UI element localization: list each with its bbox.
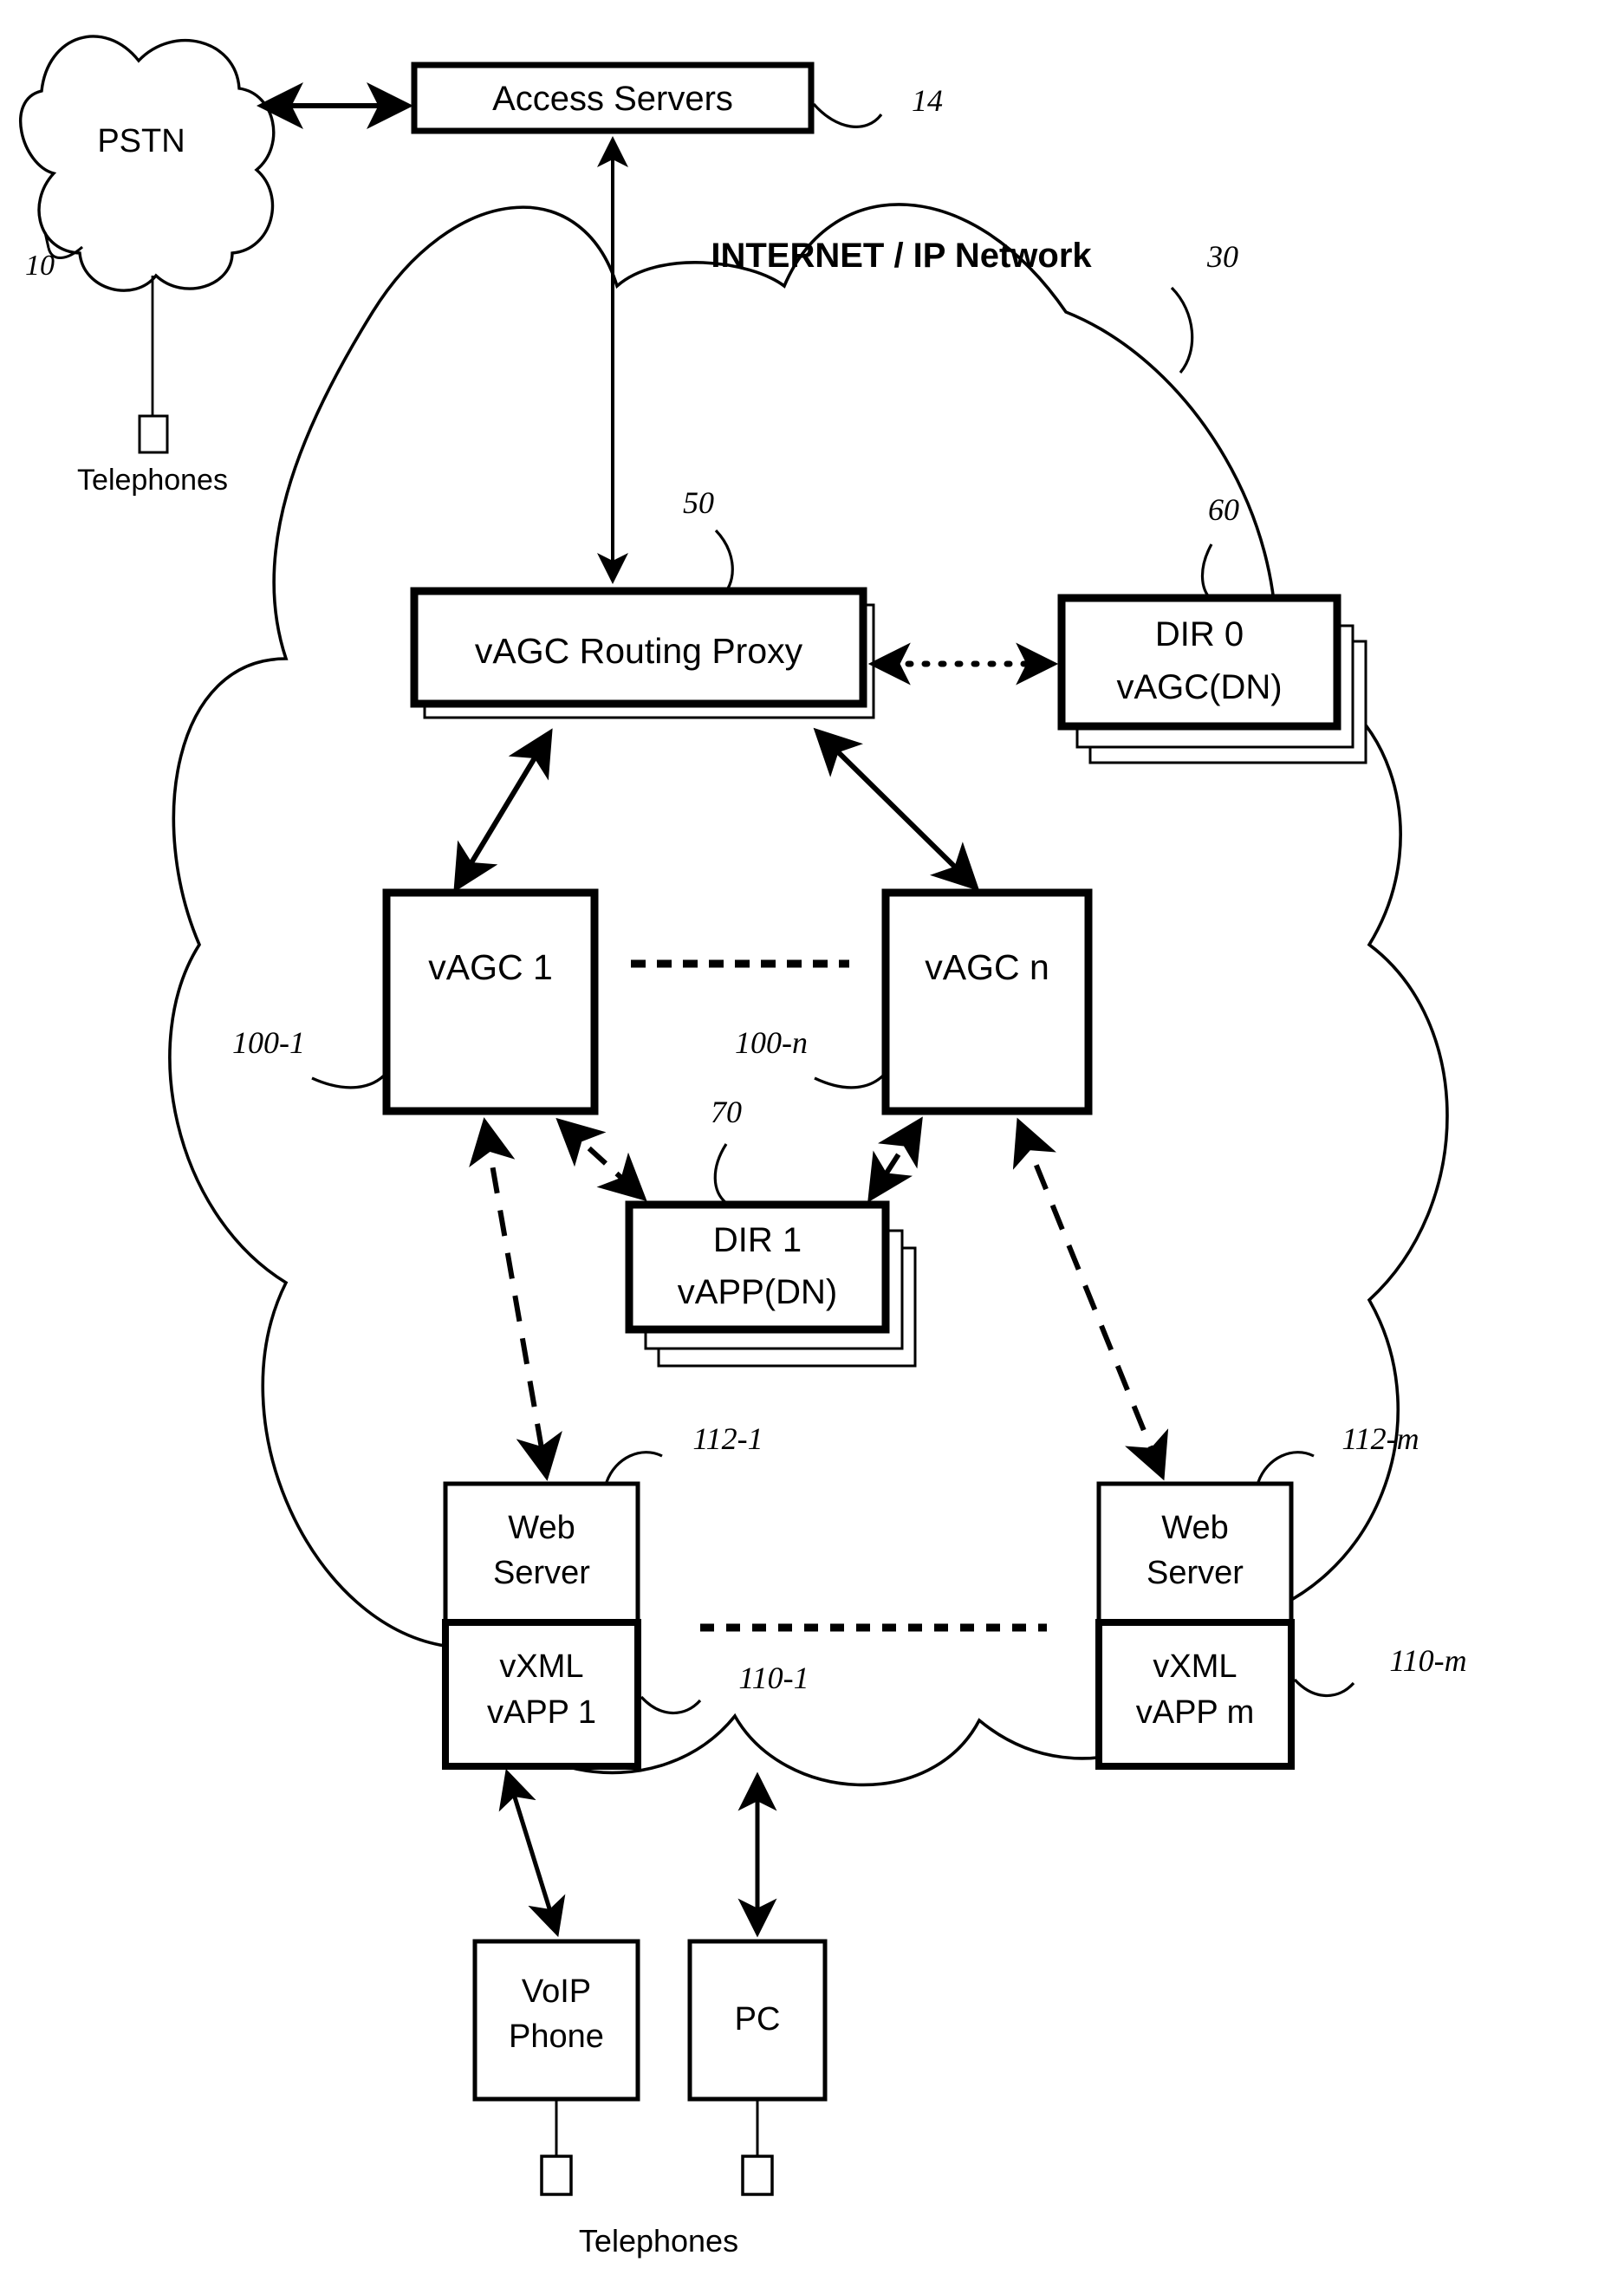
ref-50: 50 — [683, 485, 714, 520]
telephones-top-caption: Telephones — [77, 464, 228, 497]
figure-canvas: PSTN 10 Telephones Access Servers 14 INT… — [0, 0, 1624, 2275]
dir0-label-line2: vAGC(DN) — [1116, 668, 1282, 706]
connector-routing-proxy-to-vagcn — [813, 727, 980, 892]
ref-100-1-leader — [311, 1071, 388, 1089]
web-server-1-label-line1: Web — [508, 1510, 575, 1546]
vagcn-node[interactable]: vAGC n — [881, 888, 1093, 1115]
ref-60: 60 — [1208, 492, 1239, 527]
pstn-telephone-stub — [138, 276, 169, 454]
voip-phone-label-line1: VoIP — [522, 1973, 591, 2010]
ref-110-1: 110-1 — [738, 1661, 809, 1695]
internet-cloud-label: INTERNET / IP Network — [711, 237, 1092, 275]
connector-routing-proxy-to-vagc1 — [453, 728, 553, 893]
ref-70: 70 — [711, 1095, 742, 1129]
vapp-1-node[interactable]: vXML vAPP 1 — [442, 1619, 641, 1770]
pstn-cloud-outline — [19, 35, 276, 292]
pstn-cloud: PSTN — [19, 35, 276, 292]
dir1-label-line2: vAPP(DN) — [678, 1273, 837, 1311]
ref-30: 30 — [1206, 239, 1238, 274]
ref-60-leader — [1200, 543, 1213, 601]
vapp-m-node[interactable]: vXML vAPP m — [1095, 1619, 1295, 1770]
connector-vagc1-to-dir1 — [555, 1117, 647, 1202]
dir0-label-line1: DIR 0 — [1155, 615, 1244, 653]
ref-100-n-leader — [814, 1071, 887, 1089]
voip-phone-label-line2: Phone — [509, 2018, 604, 2055]
ref-112-m: 112-m — [1341, 1421, 1419, 1456]
dir1-label-line1: DIR 1 — [713, 1221, 802, 1259]
dir0-node[interactable]: DIR 0 vAGC(DN) — [1057, 594, 1367, 764]
pc-telephone-stub — [741, 2099, 774, 2196]
pc-label: PC — [735, 2001, 781, 2038]
ref-112-1-leader — [605, 1451, 663, 1483]
ref-10: 10 — [25, 250, 55, 282]
ref-110-1-leader — [640, 1695, 702, 1715]
vagcn-label: vAGC n — [925, 947, 1049, 987]
ref-100-n: 100-n — [735, 1025, 808, 1060]
web-server-1-label-line2: Server — [493, 1555, 590, 1591]
ref-50-leader — [714, 529, 734, 592]
ref-112-1: 112-1 — [692, 1421, 763, 1456]
web-server-m-label-line1: Web — [1161, 1510, 1228, 1546]
connector-vagcn-to-dir1 — [867, 1116, 923, 1203]
ref-70-leader — [713, 1143, 728, 1205]
telephones-bottom-caption: Telephones — [579, 2223, 738, 2259]
routing-proxy-label: vAGC Routing Proxy — [475, 631, 803, 671]
ref-30-leader — [1170, 286, 1194, 374]
ref-14: 14 — [912, 83, 943, 118]
patent-figure-svg: PSTN 10 Telephones Access Servers 14 INT… — [19, 35, 1467, 2259]
web-server-1-node[interactable]: Web Server — [443, 1481, 640, 1625]
connector-vagc1-to-web-server-1 — [469, 1117, 562, 1481]
connector-vapp1-to-voip-phone — [498, 1768, 566, 1938]
vagc1-label: vAGC 1 — [428, 947, 553, 987]
voip-phone-telephone-stub — [540, 2099, 573, 2196]
pstn-label: PSTN — [97, 123, 185, 159]
ref-110-m-leader — [1293, 1678, 1355, 1698]
web-server-m-node[interactable]: Web Server — [1096, 1481, 1294, 1625]
vapp-m-label-line1: vXML — [1153, 1648, 1237, 1685]
pc-node[interactable]: PC — [687, 1939, 828, 2102]
vagc1-node[interactable]: vAGC 1 — [382, 888, 599, 1115]
vapp-1-label-line2: vAPP 1 — [487, 1694, 596, 1731]
web-server-m-label-line2: Server — [1147, 1555, 1244, 1591]
vapp-1-label-line1: vXML — [499, 1648, 583, 1685]
ref-100-1: 100-1 — [232, 1025, 305, 1060]
dir1-node[interactable]: DIR 1 vAPP(DN) — [625, 1200, 917, 1368]
ref-14-leader — [812, 102, 883, 128]
voip-phone-node[interactable]: VoIP Phone — [472, 1939, 640, 2102]
ref-112-m-leader — [1257, 1451, 1315, 1483]
access-servers-node[interactable]: Access Servers — [411, 62, 815, 134]
connector-vagcn-to-web-server-m — [1012, 1117, 1169, 1481]
ref-110-m: 110-m — [1389, 1643, 1466, 1678]
routing-proxy-node[interactable]: vAGC Routing Proxy — [410, 587, 875, 719]
access-servers-label: Access Servers — [492, 80, 733, 118]
vapp-m-label-line2: vAPP m — [1136, 1694, 1255, 1731]
